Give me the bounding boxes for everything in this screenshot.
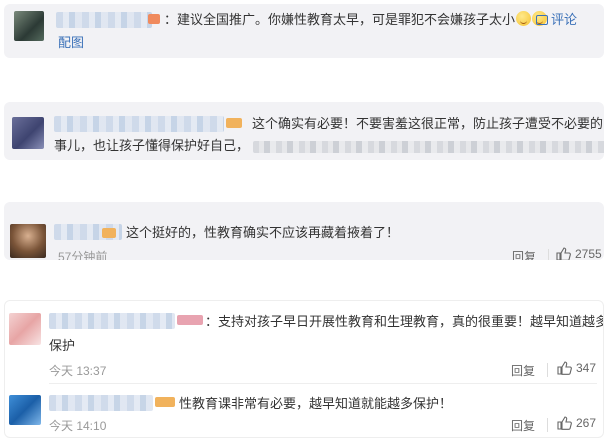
divider	[49, 383, 597, 384]
reply-button[interactable]: 回复	[512, 248, 536, 260]
username-blurred[interactable]	[54, 116, 224, 132]
timestamp: 今天 14:10	[49, 419, 107, 433]
smile-emoji-icon	[516, 11, 532, 26]
comment-text: 这个挺好的，性教育确实不应该再藏着掖着了！	[126, 225, 400, 240]
comment-link[interactable]: 评论	[536, 9, 577, 31]
timestamp: 57分钟前	[58, 250, 108, 260]
avatar[interactable]	[12, 117, 44, 149]
comment-text: ：建议全国推广。你嫌性教育太早，可是罪犯不会嫌孩子太小	[164, 9, 548, 31]
thumbs-up-icon	[556, 247, 571, 260]
user-badge	[148, 14, 160, 24]
avatar[interactable]	[10, 224, 46, 258]
separator	[547, 363, 548, 377]
timestamp: 今天 13:37	[49, 364, 107, 378]
comment-text: 性教育课非常有必要，越早知道就能越多保护！	[179, 396, 453, 411]
separator	[547, 418, 548, 432]
comment-card-3: 这个挺好的，性教育确实不应该再藏着掖着了！ 57分钟前 回复 2755	[4, 202, 604, 260]
username-blurred[interactable]	[49, 313, 175, 329]
thumbs-up-icon	[557, 416, 572, 430]
user-badge	[226, 118, 242, 128]
blurred-text	[253, 140, 604, 153]
reply-button[interactable]: 回复	[511, 417, 535, 434]
user-badge	[177, 315, 203, 325]
comment-text-line2: 事儿，也让孩子懂得保护好自己，	[54, 135, 604, 157]
avatar[interactable]	[14, 11, 44, 41]
like-button[interactable]: 2755	[556, 247, 602, 260]
username-blurred[interactable]	[49, 395, 153, 411]
comment-card-4: ：支持对孩子早日开展性教育和生理教育，真的很重要！越早知道越多 保护 今天 13…	[4, 300, 604, 438]
comment-card-2: 这个确实有必要！不要害羞这很正常，防止孩子遭受不必要的 事儿，也让孩子懂得保护好…	[4, 102, 604, 160]
comment-icon	[536, 15, 548, 25]
user-badge	[102, 228, 116, 238]
thumbs-up-icon	[557, 361, 572, 375]
reply-button[interactable]: 回复	[511, 362, 535, 379]
separator	[548, 249, 549, 260]
user-badge	[155, 397, 175, 407]
like-button[interactable]: 347	[557, 361, 596, 375]
comment-text: 这个确实有必要！不要害羞这很正常，防止孩子遭受不必要的	[252, 116, 604, 131]
comment-text: ：支持对孩子早日开展性教育和生理教育，真的很重要！越早知道越多	[205, 314, 604, 329]
like-button[interactable]: 267	[557, 416, 596, 430]
comment-text-line2: 保护	[49, 338, 76, 353]
avatar[interactable]	[9, 395, 41, 425]
avatar[interactable]	[9, 313, 41, 345]
username-blurred[interactable]	[56, 12, 152, 28]
image-link[interactable]: 配图	[58, 32, 84, 54]
comment-card-1: ：建议全国推广。你嫌性教育太早，可是罪犯不会嫌孩子太小 评论 配图	[4, 4, 604, 58]
